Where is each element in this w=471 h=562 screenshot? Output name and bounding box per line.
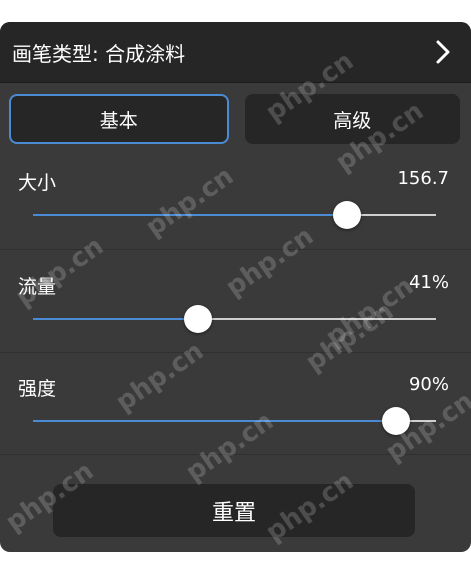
strength-slider-fill — [33, 420, 396, 422]
size-slider-row: 大小 156.7 — [0, 168, 471, 268]
flow-slider-fill — [33, 318, 199, 320]
settings-tabs: 基本 高级 — [9, 94, 460, 144]
divider — [0, 454, 471, 455]
tab-advanced[interactable]: 高级 — [244, 94, 460, 144]
flow-label: 流量 — [18, 276, 57, 298]
strength-value: 90% — [408, 374, 449, 395]
strength-label: 强度 — [18, 378, 57, 400]
strength-slider-thumb[interactable] — [381, 407, 410, 435]
brush-settings-panel: 画笔类型: 合成涂料 基本 高级 大小 156.7 流量 41% 强度 90% — [0, 22, 471, 552]
strength-slider-track[interactable] — [33, 407, 436, 435]
reset-button[interactable]: 重置 — [53, 484, 415, 537]
size-slider-fill — [33, 214, 348, 216]
divider — [0, 249, 471, 250]
flow-slider-track[interactable] — [33, 305, 436, 333]
divider — [0, 352, 471, 353]
flow-slider-row: 流量 41% — [0, 272, 471, 372]
size-slider-track[interactable] — [33, 201, 436, 229]
brush-type-label: 画笔类型: 合成涂料 — [12, 41, 186, 66]
size-slider-thumb[interactable] — [333, 201, 362, 229]
flow-slider-thumb[interactable] — [184, 305, 213, 333]
brush-type-row[interactable]: 画笔类型: 合成涂料 — [0, 22, 471, 83]
flow-value: 41% — [408, 272, 449, 293]
tab-basic[interactable]: 基本 — [9, 94, 229, 144]
strength-slider-row: 强度 90% — [0, 374, 471, 474]
size-label: 大小 — [18, 172, 57, 194]
size-value: 156.7 — [397, 168, 449, 189]
chevron-right-icon[interactable] — [433, 38, 453, 66]
